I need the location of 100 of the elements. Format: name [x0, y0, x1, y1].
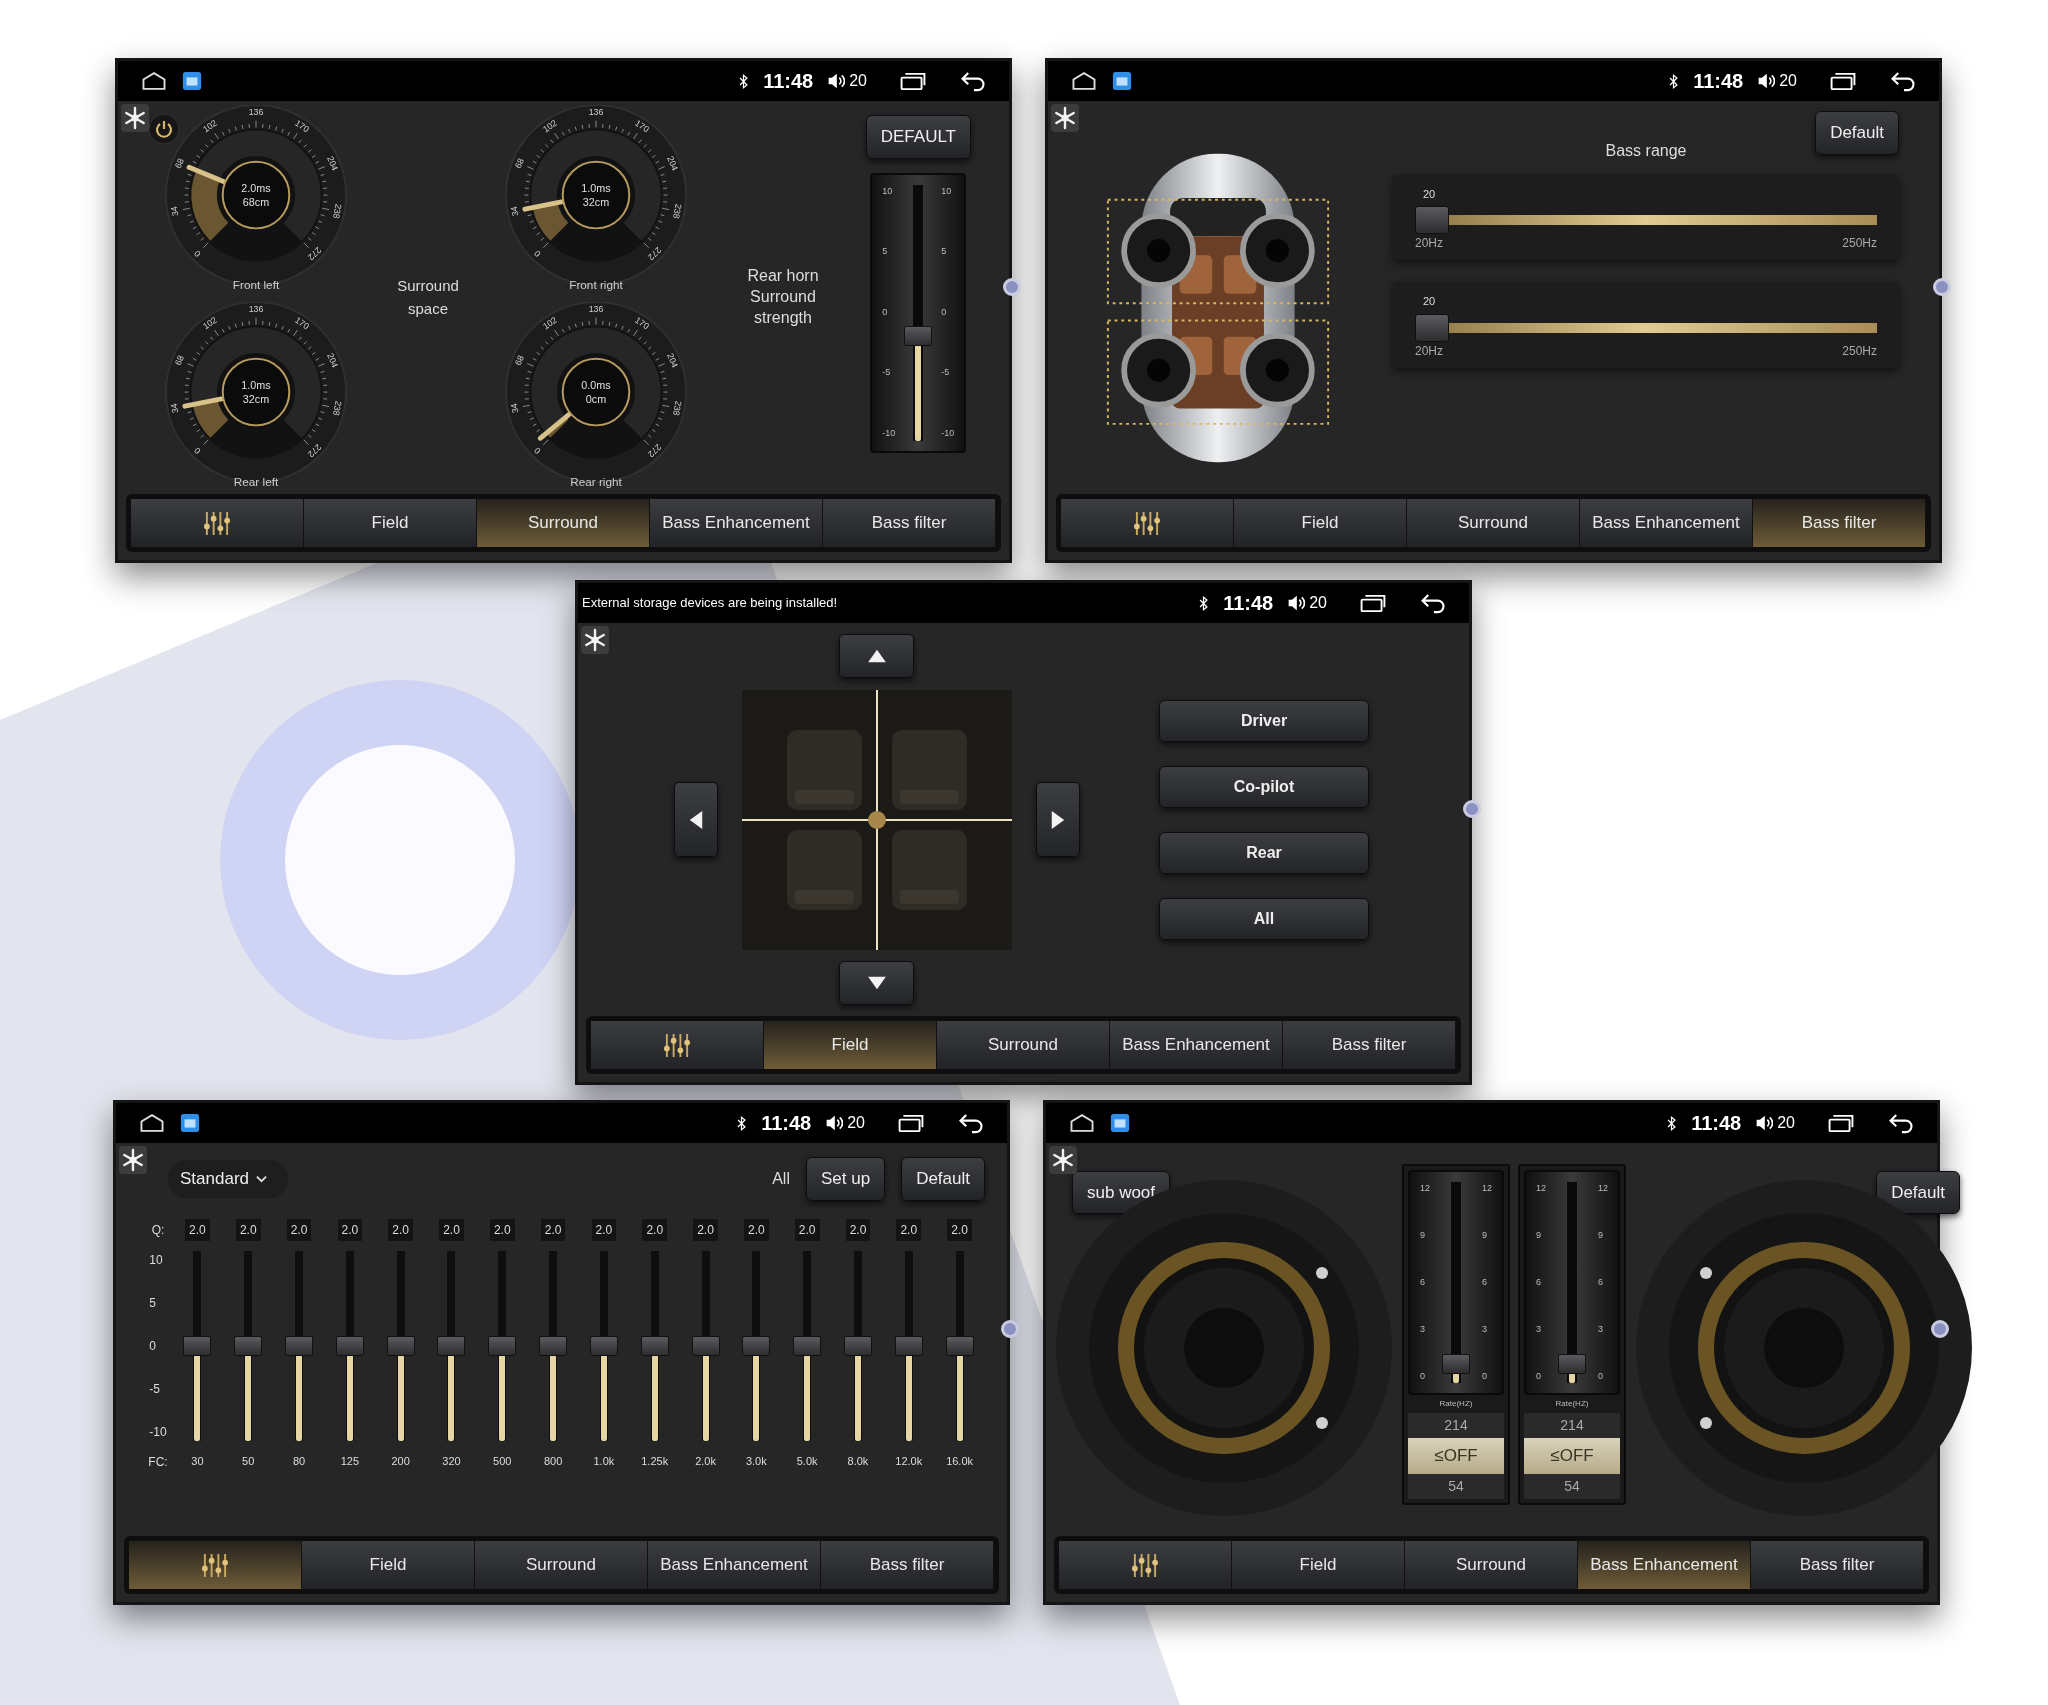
- tab[interactable]: Bass Enhancement: [1110, 1021, 1283, 1069]
- slider-thumb[interactable]: [691, 1335, 720, 1356]
- preset-dropdown[interactable]: Standard: [168, 1160, 288, 1198]
- tab[interactable]: Bass filter: [1751, 1541, 1924, 1589]
- seat-button[interactable]: Driver: [1159, 699, 1369, 742]
- rate-option[interactable]: ≤OFF: [1524, 1438, 1620, 1474]
- equalizer-tab[interactable]: [591, 1021, 764, 1069]
- volume-icon[interactable]: [825, 1113, 844, 1133]
- slider-thumb[interactable]: [1415, 313, 1449, 342]
- move-right-button[interactable]: [1035, 782, 1080, 857]
- home-icon[interactable]: [138, 1113, 166, 1133]
- rate-option[interactable]: 214: [1408, 1413, 1504, 1439]
- slider-thumb[interactable]: [183, 1335, 212, 1356]
- equalizer-tab[interactable]: [129, 1541, 302, 1589]
- home-icon[interactable]: [1068, 1113, 1096, 1133]
- seat-button[interactable]: All: [1159, 897, 1369, 940]
- snowflake-icon[interactable]: [1051, 104, 1079, 132]
- dial-needle[interactable]: [522, 199, 564, 212]
- snowflake-icon[interactable]: [1049, 1146, 1077, 1174]
- slider-thumb[interactable]: [285, 1335, 314, 1356]
- tab[interactable]: Surround: [477, 499, 650, 547]
- volume-icon[interactable]: [1757, 71, 1776, 91]
- tab[interactable]: Bass Enhancement: [650, 499, 823, 547]
- side-handle[interactable]: [1003, 277, 1021, 296]
- snowflake-icon[interactable]: [119, 1146, 147, 1174]
- slider-thumb[interactable]: [589, 1335, 618, 1356]
- default-button[interactable]: Default: [901, 1157, 985, 1201]
- tab[interactable]: Bass filter: [821, 1541, 994, 1589]
- tab[interactable]: Bass Enhancement: [1580, 499, 1753, 547]
- slider-thumb[interactable]: [488, 1335, 517, 1356]
- move-down-button[interactable]: [839, 961, 914, 1005]
- slider-thumb[interactable]: [386, 1335, 415, 1356]
- side-handle[interactable]: [1463, 799, 1481, 818]
- slider-thumb[interactable]: [843, 1335, 872, 1356]
- slider-thumb[interactable]: [539, 1335, 568, 1356]
- seat-button[interactable]: Co-pilot: [1159, 765, 1369, 808]
- tab[interactable]: Surround: [1405, 1541, 1578, 1589]
- rate-option[interactable]: 214: [1524, 1413, 1620, 1439]
- tab[interactable]: Bass filter: [823, 499, 996, 547]
- slider-thumb[interactable]: [335, 1335, 364, 1356]
- tab[interactable]: Bass filter: [1283, 1021, 1456, 1069]
- tab[interactable]: Field: [1232, 1541, 1405, 1589]
- app-icon[interactable]: [1112, 71, 1132, 91]
- slider-thumb[interactable]: [894, 1335, 923, 1356]
- dial-needle[interactable]: [537, 411, 572, 441]
- recent-apps-icon[interactable]: [1829, 71, 1857, 91]
- back-icon[interactable]: [1889, 70, 1917, 92]
- rate-option[interactable]: ≤OFF: [1408, 1438, 1504, 1474]
- tab[interactable]: Surround: [475, 1541, 648, 1589]
- tab[interactable]: Field: [302, 1541, 475, 1589]
- equalizer-tab[interactable]: [1061, 499, 1234, 547]
- tab[interactable]: Bass Enhancement: [1578, 1541, 1751, 1589]
- home-icon[interactable]: [1070, 71, 1098, 91]
- default-button[interactable]: DEFAULT: [865, 115, 971, 159]
- slider-thumb[interactable]: [1442, 1354, 1470, 1375]
- slider-thumb[interactable]: [793, 1335, 822, 1356]
- rate-option[interactable]: 54: [1408, 1473, 1504, 1499]
- slider-thumb[interactable]: [640, 1335, 669, 1356]
- slider-thumb[interactable]: [904, 326, 933, 347]
- tab[interactable]: Field: [764, 1021, 937, 1069]
- setup-button[interactable]: Set up: [805, 1157, 886, 1201]
- tab[interactable]: Field: [1234, 499, 1407, 547]
- tab[interactable]: Bass filter: [1753, 499, 1926, 547]
- snowflake-icon[interactable]: [581, 626, 609, 654]
- app-icon[interactable]: [1110, 1113, 1130, 1133]
- equalizer-tab[interactable]: [131, 499, 304, 547]
- recent-apps-icon[interactable]: [897, 1113, 925, 1133]
- slider-thumb[interactable]: [1415, 206, 1449, 234]
- back-icon[interactable]: [1887, 1112, 1915, 1134]
- back-icon[interactable]: [959, 70, 987, 92]
- tab[interactable]: Field: [304, 499, 477, 547]
- volume-icon[interactable]: [1287, 593, 1306, 613]
- equalizer-tab[interactable]: [1059, 1541, 1232, 1589]
- default-button[interactable]: Default: [1876, 1170, 1960, 1215]
- tab[interactable]: Surround: [1407, 499, 1580, 547]
- side-handle[interactable]: [1001, 1319, 1019, 1338]
- tab[interactable]: Bass Enhancement: [648, 1541, 821, 1589]
- recent-apps-icon[interactable]: [899, 71, 927, 91]
- move-up-button[interactable]: [839, 634, 914, 678]
- move-left-button[interactable]: [673, 782, 718, 857]
- slider-thumb[interactable]: [945, 1335, 974, 1356]
- slider-thumb[interactable]: [742, 1335, 771, 1356]
- recent-apps-icon[interactable]: [1827, 1113, 1855, 1133]
- back-icon[interactable]: [957, 1112, 985, 1134]
- volume-icon[interactable]: [827, 71, 846, 91]
- back-icon[interactable]: [1419, 592, 1447, 614]
- slider-thumb[interactable]: [234, 1335, 263, 1356]
- slider-thumb[interactable]: [437, 1335, 466, 1356]
- side-handle[interactable]: [1933, 277, 1951, 296]
- rate-option[interactable]: 54: [1524, 1473, 1620, 1499]
- recent-apps-icon[interactable]: [1359, 593, 1387, 613]
- slider-thumb[interactable]: [1558, 1354, 1586, 1375]
- power-icon[interactable]: [148, 113, 180, 145]
- app-icon[interactable]: [182, 71, 202, 91]
- home-icon[interactable]: [140, 71, 168, 91]
- volume-icon[interactable]: [1755, 1113, 1774, 1133]
- dial-needle[interactable]: [182, 396, 224, 409]
- default-button[interactable]: Default: [1815, 111, 1899, 155]
- tab[interactable]: Surround: [937, 1021, 1110, 1069]
- dial-needle[interactable]: [186, 165, 226, 185]
